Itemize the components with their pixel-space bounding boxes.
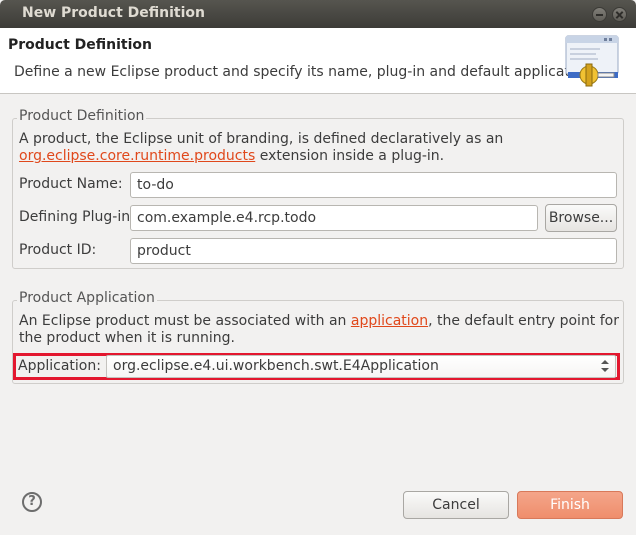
help-icon[interactable]: ? <box>22 492 42 512</box>
definition-description-line1: A product, the Eclipse unit of branding,… <box>19 131 504 147</box>
finish-button[interactable]: Finish <box>517 491 623 519</box>
application-description-suffix: , the default entry point for <box>428 313 620 329</box>
products-extension-link[interactable]: org.eclipse.core.runtime.products <box>19 148 255 164</box>
definition-description-line2: org.eclipse.core.runtime.products extens… <box>19 148 444 164</box>
product-name-input[interactable]: to-do <box>130 172 617 198</box>
product-id-label: Product ID: <box>19 242 97 258</box>
minimize-button[interactable] <box>592 7 607 22</box>
application-description-line2: the product when it is running. <box>19 330 235 346</box>
wizard-header: Product Definition Define a new Eclipse … <box>0 28 636 94</box>
cancel-button[interactable]: Cancel <box>403 491 509 519</box>
defining-plugin-input[interactable]: com.example.e4.rcp.todo <box>130 205 538 231</box>
page-title: Product Definition <box>8 37 152 53</box>
window-title: New Product Definition <box>22 5 205 21</box>
product-id-input[interactable]: product <box>130 238 617 264</box>
product-definition-legend: Product Definition <box>17 108 147 124</box>
product-name-label: Product Name: <box>19 176 123 192</box>
page-description: Define a new Eclipse product and specify… <box>14 64 596 80</box>
application-description-line1: An Eclipse product must be associated wi… <box>19 313 619 329</box>
title-bar: New Product Definition <box>0 0 636 28</box>
close-button[interactable] <box>612 7 627 22</box>
product-wizard-icon <box>565 35 619 87</box>
application-link[interactable]: application <box>351 313 428 329</box>
combo-arrows-icon <box>601 359 609 374</box>
definition-description-suffix: extension inside a plug-in. <box>255 148 445 164</box>
application-description-prefix: An Eclipse product must be associated wi… <box>19 313 351 329</box>
defining-plugin-label: Defining Plug-in: <box>19 209 135 225</box>
application-label: Application: <box>18 358 101 374</box>
browse-button[interactable]: Browse... <box>545 204 617 232</box>
product-application-legend: Product Application <box>17 290 157 306</box>
application-combo-value: org.eclipse.e4.ui.workbench.swt.E4Applic… <box>113 358 439 374</box>
application-combo[interactable]: org.eclipse.e4.ui.workbench.swt.E4Applic… <box>106 355 616 378</box>
